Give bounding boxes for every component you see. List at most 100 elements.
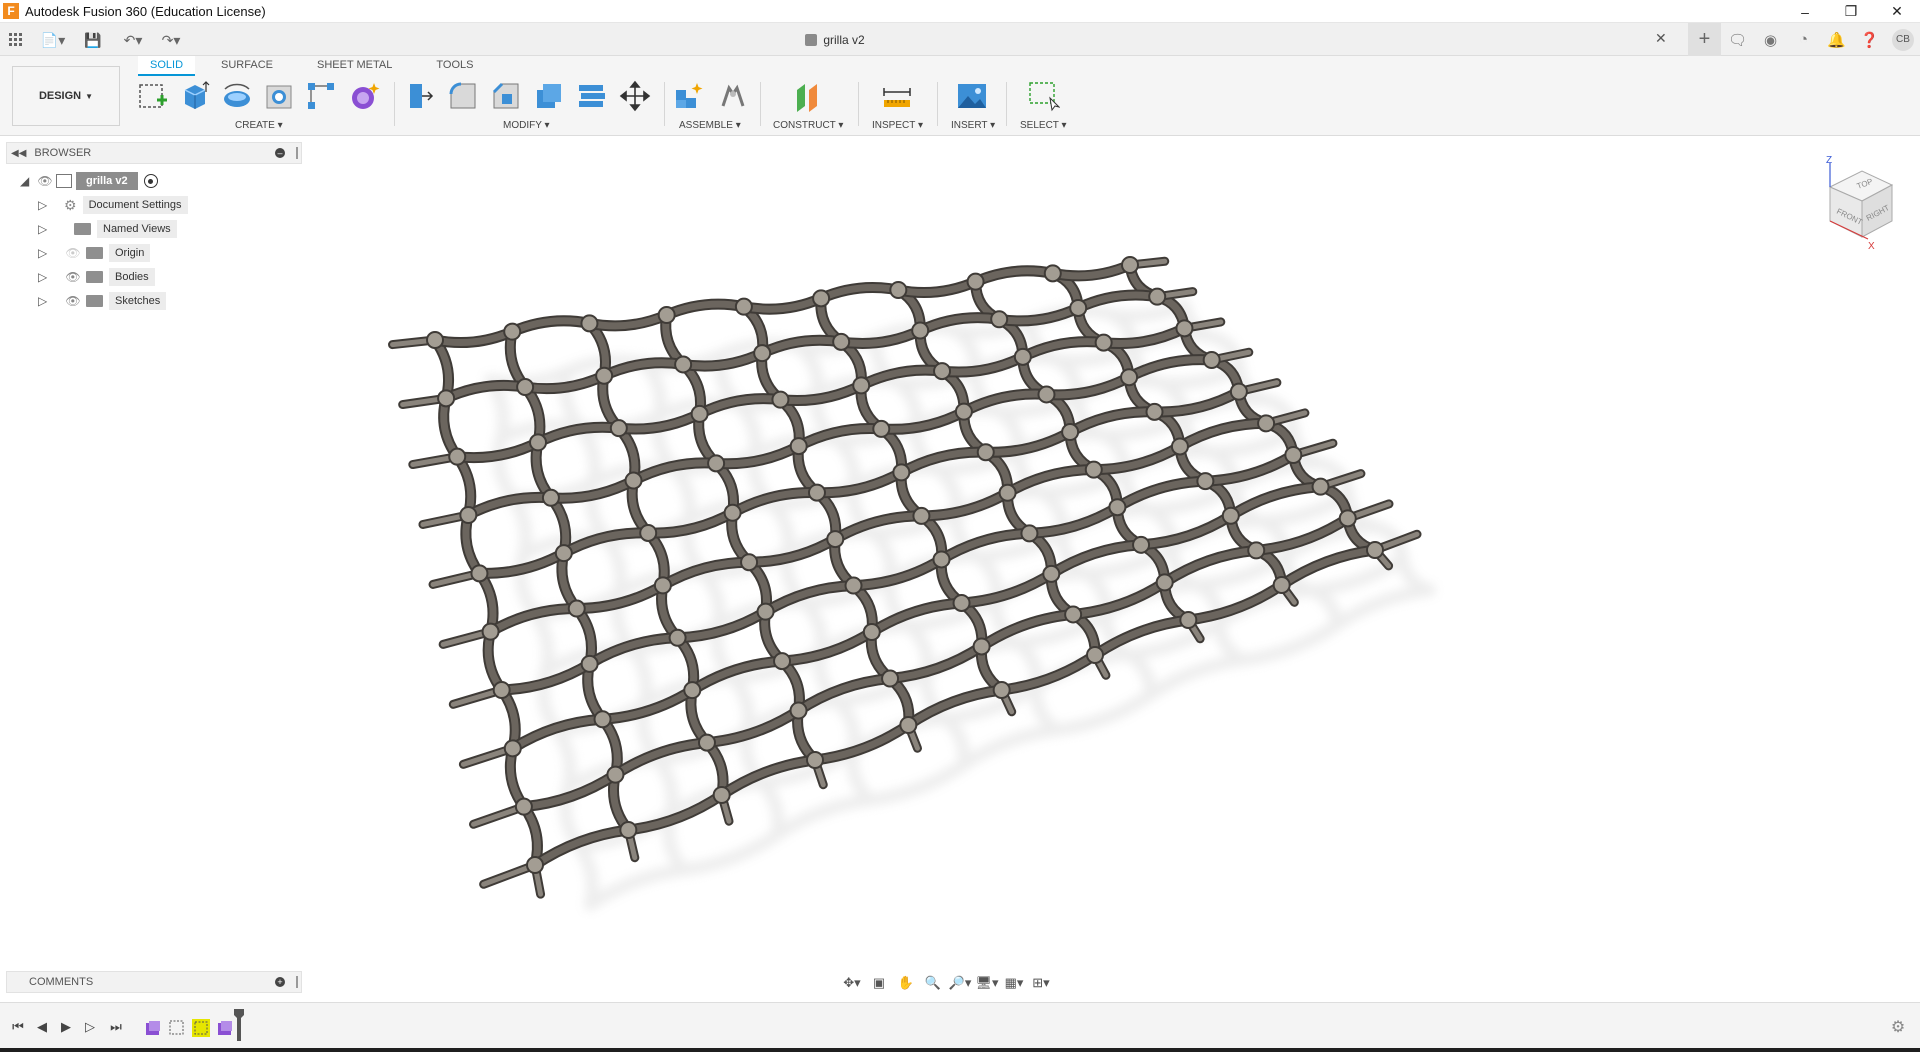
pan-icon[interactable]: ✋ [894, 973, 918, 993]
help-icon[interactable]: ❓ [1853, 23, 1886, 56]
modify-group-label[interactable]: MODIFY ▾ [503, 120, 550, 131]
timeline-sketch-feature-active-icon[interactable] [192, 1019, 210, 1037]
expand-triangle-icon[interactable]: ▷ [38, 294, 52, 308]
extrude-icon[interactable] [179, 80, 211, 112]
avatar[interactable]: CB [1892, 28, 1914, 51]
construct-group-label[interactable]: CONSTRUCT ▾ [773, 120, 843, 131]
redo-icon[interactable]: ↷▾ [156, 28, 186, 52]
press-pull-icon[interactable] [404, 80, 436, 112]
go-to-end-icon[interactable]: ⏭ [106, 1017, 126, 1037]
combine-icon[interactable] [576, 80, 608, 112]
look-at-icon[interactable]: ▣ [867, 973, 891, 993]
expand-triangle-icon[interactable]: ▷ [38, 246, 52, 260]
plus-circle-icon[interactable]: + [275, 977, 285, 987]
tab-tools[interactable]: TOOLS [424, 56, 485, 76]
close-tab-icon[interactable]: ✕ [1655, 30, 1667, 47]
lattice-node [554, 544, 573, 563]
browser-root-node[interactable]: ◢ 👁 grilla v2 [20, 169, 158, 193]
timeline-marker[interactable] [234, 1009, 244, 1041]
browser-item-sketches[interactable]: ▷ 👁 Sketches [38, 289, 167, 313]
panel-resize-handle[interactable] [296, 976, 298, 988]
fillet-icon[interactable] [447, 80, 479, 112]
hidden-eye-icon[interactable]: 👁 [62, 246, 84, 260]
file-menu-icon[interactable]: 📄▾ [38, 28, 68, 52]
zoom-icon[interactable]: 🔍 [921, 973, 945, 993]
fit-icon[interactable]: 🔎▾ [948, 973, 972, 993]
step-forward-icon[interactable]: ▷ [80, 1017, 100, 1037]
workspace-switcher[interactable]: DESIGN ▼ [12, 66, 120, 126]
create-sketch-icon[interactable] [137, 80, 169, 112]
close-window-icon[interactable]: ✕ [1874, 0, 1920, 23]
browser-item-document-settings[interactable]: ▷ ⚙ Document Settings [38, 193, 188, 217]
tab-surface[interactable]: SURFACE [209, 56, 285, 76]
tab-sheet-metal[interactable]: SHEET METAL [305, 56, 404, 76]
offset-plane-icon[interactable] [793, 80, 825, 112]
extensions-icon[interactable]: ◉ [1754, 23, 1787, 56]
create-form-icon[interactable] [349, 80, 381, 112]
go-to-start-icon[interactable]: ⏮ [8, 1017, 28, 1037]
grid-settings-icon[interactable]: ▦▾ [1002, 973, 1026, 993]
inspect-group-label[interactable]: INSPECT ▾ [872, 120, 923, 131]
undo-icon[interactable]: ↶▾ [118, 28, 148, 52]
revolve-icon[interactable] [221, 80, 253, 112]
move-icon[interactable] [619, 80, 651, 112]
display-settings-icon[interactable]: 🖥▾ [975, 973, 999, 993]
pattern-icon[interactable] [305, 80, 337, 112]
chamfer-icon[interactable] [490, 80, 522, 112]
create-group-label[interactable]: CREATE ▾ [235, 120, 283, 131]
new-component-icon[interactable] [673, 80, 705, 112]
viewports-icon[interactable]: ⊞▾ [1029, 973, 1053, 993]
joint-icon[interactable] [717, 80, 749, 112]
document-tab[interactable]: grilla v2 [0, 23, 1670, 56]
timeline-form-feature-icon[interactable] [144, 1019, 162, 1037]
lattice-node [580, 654, 599, 673]
lattice-shadow-strut [957, 724, 1063, 771]
minus-circle-icon[interactable]: – [275, 148, 285, 158]
lattice-node [773, 652, 792, 671]
insert-group-label[interactable]: INSERT ▾ [951, 120, 995, 131]
shell-icon[interactable] [533, 80, 565, 112]
visibility-eye-icon[interactable]: 👁 [62, 294, 84, 308]
step-back-icon[interactable]: ◀ [32, 1017, 52, 1037]
visibility-eye-icon[interactable]: 👁 [34, 174, 56, 188]
collapse-panel-icon[interactable]: ◀◀ [11, 148, 26, 159]
comments-header[interactable]: COMMENTS + [6, 971, 302, 993]
measure-icon[interactable] [881, 80, 913, 112]
browser-item-named-views[interactable]: ▷ Named Views [38, 217, 177, 241]
minimize-icon[interactable]: – [1782, 0, 1828, 23]
browser-item-origin[interactable]: ▷ 👁 Origin [38, 241, 151, 265]
orbit-icon[interactable]: ✥▾ [840, 973, 864, 993]
view-cube[interactable]: TOP FRONT RIGHT Z X [1810, 155, 1910, 255]
grid-lattice-body[interactable] [388, 256, 1422, 899]
timeline-form-feature-icon[interactable] [216, 1019, 234, 1037]
job-status-icon[interactable]: ◔ [1787, 23, 1820, 56]
canvas-viewport[interactable]: TOP FRONT RIGHT Z X [0, 137, 1920, 972]
save-icon[interactable]: 💾 [82, 28, 104, 52]
browser-header[interactable]: ◀◀ BROWSER – [6, 142, 302, 164]
expand-triangle-icon[interactable]: ▷ [38, 198, 52, 212]
timeline-settings-gear-icon[interactable]: ⚙ [1888, 1017, 1908, 1037]
browser-item-bodies[interactable]: ▷ 👁 Bodies [38, 265, 155, 289]
insert-image-icon[interactable] [956, 80, 988, 112]
assemble-group-label[interactable]: ASSEMBLE ▾ [679, 120, 741, 131]
visibility-eye-icon[interactable]: 👁 [62, 270, 84, 284]
chat-icon[interactable]: 🗨 [1721, 23, 1754, 56]
select-group-label[interactable]: SELECT ▾ [1020, 120, 1067, 131]
panel-resize-handle[interactable] [296, 147, 298, 159]
collapse-triangle-icon[interactable]: ◢ [20, 174, 34, 188]
notifications-icon[interactable]: 🔔 [1820, 23, 1853, 56]
active-radio-icon[interactable] [143, 174, 158, 188]
timeline-sketch-feature-icon[interactable] [168, 1019, 186, 1037]
tab-solid[interactable]: SOLID [138, 56, 196, 76]
model-view[interactable] [0, 137, 1920, 972]
select-icon[interactable] [1028, 80, 1060, 112]
app-grid-icon[interactable] [6, 28, 26, 52]
new-tab-icon[interactable]: + [1688, 23, 1721, 56]
lattice-node [1338, 509, 1357, 528]
lattice-node [1179, 611, 1198, 629]
hole-icon[interactable] [263, 80, 295, 112]
restore-icon[interactable]: ❐ [1828, 0, 1874, 23]
play-icon[interactable]: ▶ [56, 1017, 76, 1037]
expand-triangle-icon[interactable]: ▷ [38, 270, 52, 284]
expand-triangle-icon[interactable]: ▷ [38, 222, 52, 236]
